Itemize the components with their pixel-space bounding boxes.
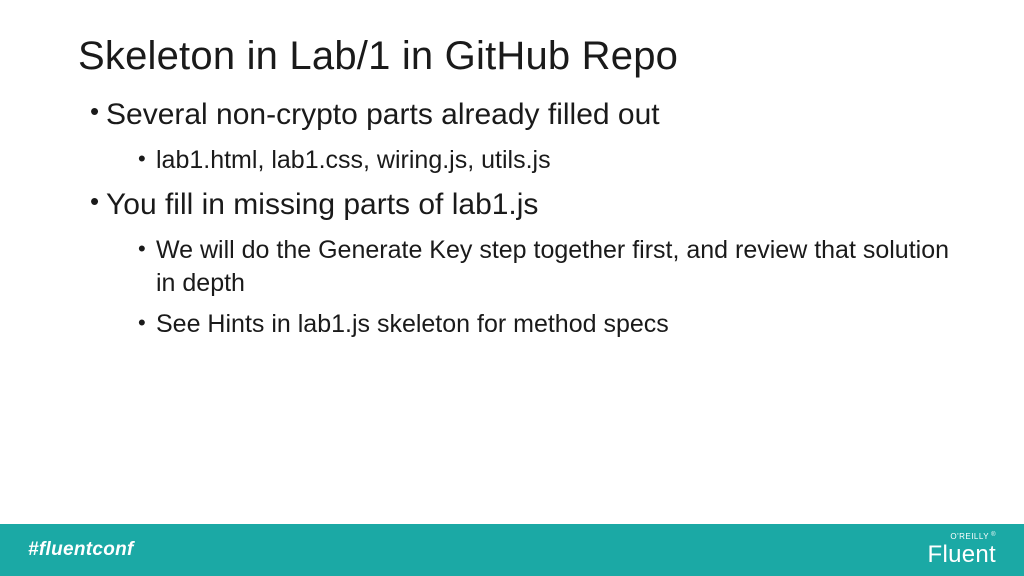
- list-item: Several non-crypto parts already filled …: [90, 95, 964, 177]
- bullet-text: See Hints in lab1.js skeleton for method…: [156, 310, 669, 338]
- hashtag-label: #fluentconf: [28, 539, 134, 561]
- list-item: lab1.html, lab1.css, wiring.js, utils.js: [138, 144, 964, 177]
- sub-bullet-list: lab1.html, lab1.css, wiring.js, utils.js: [106, 144, 964, 177]
- footer-bar: #fluentconf O'REILLY® Fluent: [0, 524, 1024, 576]
- bullet-text: Several non-crypto parts already filled …: [106, 98, 660, 131]
- slide: Skeleton in Lab/1 in GitHub Repo Several…: [0, 0, 1024, 576]
- bullet-text: You fill in missing parts of lab1.js: [106, 188, 538, 221]
- bullet-list: Several non-crypto parts already filled …: [78, 95, 964, 341]
- slide-title: Skeleton in Lab/1 in GitHub Repo: [78, 34, 964, 79]
- list-item: We will do the Generate Key step togethe…: [138, 234, 964, 300]
- brand-name: Fluent: [927, 543, 996, 567]
- brand-publisher: O'REILLY: [950, 533, 989, 541]
- registered-icon: ®: [991, 532, 996, 538]
- bullet-text: We will do the Generate Key step togethe…: [156, 236, 949, 297]
- slide-content: Skeleton in Lab/1 in GitHub Repo Several…: [0, 0, 1024, 341]
- sub-bullet-list: We will do the Generate Key step togethe…: [106, 234, 964, 341]
- bullet-text: lab1.html, lab1.css, wiring.js, utils.js: [156, 146, 551, 174]
- brand-logo: O'REILLY® Fluent: [927, 533, 996, 567]
- brand-top-label: O'REILLY®: [950, 533, 996, 541]
- list-item: See Hints in lab1.js skeleton for method…: [138, 308, 964, 341]
- list-item: You fill in missing parts of lab1.js We …: [90, 185, 964, 341]
